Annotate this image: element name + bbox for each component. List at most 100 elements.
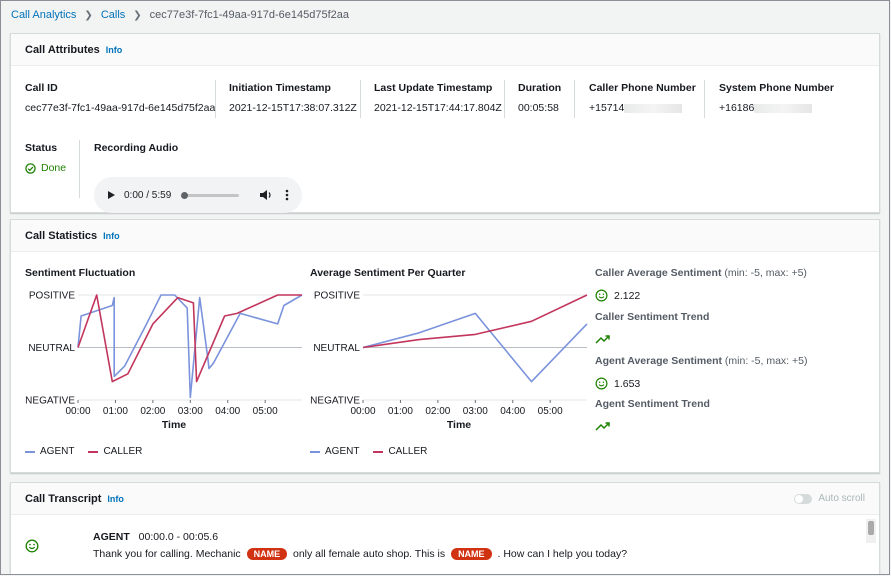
initiation-label: Initiation Timestamp [229,82,331,94]
caller-phone-value: +15714 [589,102,696,114]
volume-icon[interactable] [259,189,273,201]
legend-label: CALLER [388,446,428,457]
legend-label: CALLER [103,446,143,457]
divider [360,80,361,118]
x-tick-label: 04:00 [215,406,240,417]
caller-avg-label: Caller Average Sentiment [595,267,722,279]
x-axis-label: Time [162,419,186,431]
x-tick-label: 04:00 [500,406,525,417]
update-field: Last Update Timestamp 2021-12-15T17:44:1… [374,82,502,114]
more-options-icon[interactable] [285,189,289,201]
x-tick-label: 01:00 [388,406,413,417]
check-circle-icon [25,162,36,174]
x-axis-label: Time [447,419,471,431]
x-tick-label: 02:00 [425,406,450,417]
status-field: Status Done [25,142,66,174]
divider [215,80,216,118]
legend-label: AGENT [325,446,360,457]
legend-swatch [373,450,384,453]
series-line-caller [362,294,588,349]
chart-title: Average Sentiment Per Quarter [310,267,466,279]
sentiment-fluctuation-chart: NEGATIVE NEUTRAL POSITIVE 00:00 01:00 02:00 03… [25,291,303,431]
x-tick-label: 01:00 [103,406,128,417]
redacted-blur [624,103,683,113]
toggle-switch[interactable] [794,493,813,504]
status-label: Status [25,142,58,154]
duration-label: Duration [518,82,562,94]
chart-legend: AGENT CALLER [25,446,142,457]
call-attributes-panel: Call Attributes Info Call ID cec77e3f-7f… [10,33,880,213]
transcript-segment-text: Thank you for calling. Mechanic NAME onl… [93,548,628,561]
y-tick-label: NEUTRAL [313,343,360,354]
segment-time: 00:00.0 - 00:05.6 [138,531,219,543]
pii-name-badge: NAME [451,548,492,561]
x-tick-label: 03:00 [178,406,203,417]
trending-up-icon [595,422,610,431]
average-sentiment-chart: NEGATIVE NEUTRAL POSITIVE 00:00 01:00 02:00 03… [310,291,588,431]
panel-title: Call Transcript [25,492,102,505]
info-link[interactable]: Info [106,45,123,55]
agent-trend-row [595,420,710,432]
breadcrumb: Call Analytics ❯ Calls ❯ cec77e3f-7fc1-4… [11,9,349,21]
info-link[interactable]: Info [103,231,120,241]
recording-label: Recording Audio [94,142,179,154]
agent-avg-row: 1.653 [595,377,807,390]
call-id-value: cec77e3f-7fc1-49aa-917d-6e145d75f2aa [25,102,216,114]
pii-name-badge: NAME [246,548,288,561]
panel-title: Call Statistics [25,229,98,242]
call-id-label: Call ID [25,82,58,94]
audio-player[interactable]: 0:00 / 5:59 [94,177,302,213]
audio-progress-slider[interactable] [181,191,240,199]
breadcrumb-call-analytics[interactable]: Call Analytics [11,9,76,21]
caller-trend-label: Caller Sentiment Trend [595,311,710,323]
caller-sentiment-trend: Caller Sentiment Trend [595,311,709,345]
divider [504,80,505,118]
y-tick-label: NEGATIVE [25,396,75,407]
panel-title: Call Attributes [25,43,100,56]
caller-phone-field: Caller Phone Number +15714 [589,82,696,114]
agent-sentiment-trend: Agent Sentiment Trend [595,398,710,432]
caller-phone-digits: +15714 [589,102,625,114]
update-label: Last Update Timestamp [374,82,493,94]
recording-field: Recording Audio [94,142,178,154]
call-statistics-panel: Call Statistics Info Sentiment Fluctuati… [10,219,880,473]
play-icon[interactable] [106,190,116,200]
x-tick-label: 00:00 [350,406,375,417]
system-phone-value: +16186 [719,102,834,114]
auto-scroll-toggle[interactable]: Auto scroll [794,493,865,504]
x-tick-label: 05:00 [253,406,278,417]
panel-header: Call Attributes Info [11,34,879,66]
status-badge: Done [25,162,66,174]
series-line-agent [77,294,303,399]
legend-swatch [88,450,99,453]
x-tick-label: 00:00 [65,406,90,417]
caller-avg-value: 2.122 [614,289,641,302]
agent-avg-label: Agent Average Sentiment [595,355,722,367]
chevron-right-icon: ❯ [133,9,142,21]
transcript-text: . How can I help you today? [497,548,628,560]
audio-time: 0:00 / 5:59 [124,189,172,201]
system-phone-label: System Phone Number [719,82,834,94]
transcript-text: only all female auto shop. This is [293,548,446,560]
divider [704,80,705,118]
agent-trend-label: Agent Sentiment Trend [595,398,710,410]
system-phone-digits: +16186 [719,102,755,114]
scrollbar[interactable] [866,519,876,543]
panel-header: Call Statistics Info [11,220,879,252]
info-link[interactable]: Info [107,494,124,504]
update-value: 2021-12-15T17:44:17.804Z [374,102,502,114]
legend-item-agent: AGENT [25,446,74,457]
x-tick-label: 02:00 [140,406,165,417]
breadcrumb-calls[interactable]: Calls [101,9,125,21]
trending-up-icon [595,335,610,344]
transcript-segment-header: AGENT 00:00.0 - 00:05.6 [93,531,218,543]
duration-field: Duration 00:05:58 [518,82,561,114]
smile-icon [595,377,608,390]
y-tick-label: NEGATIVE [310,396,360,407]
legend-swatch [310,450,320,453]
range-note: (min: -5, max: +5) [724,355,808,367]
y-tick-label: NEUTRAL [28,343,75,354]
range-note: (min: -5, max: +5) [724,267,807,279]
y-tick-label: POSITIVE [314,291,360,302]
chevron-right-icon: ❯ [84,9,93,21]
